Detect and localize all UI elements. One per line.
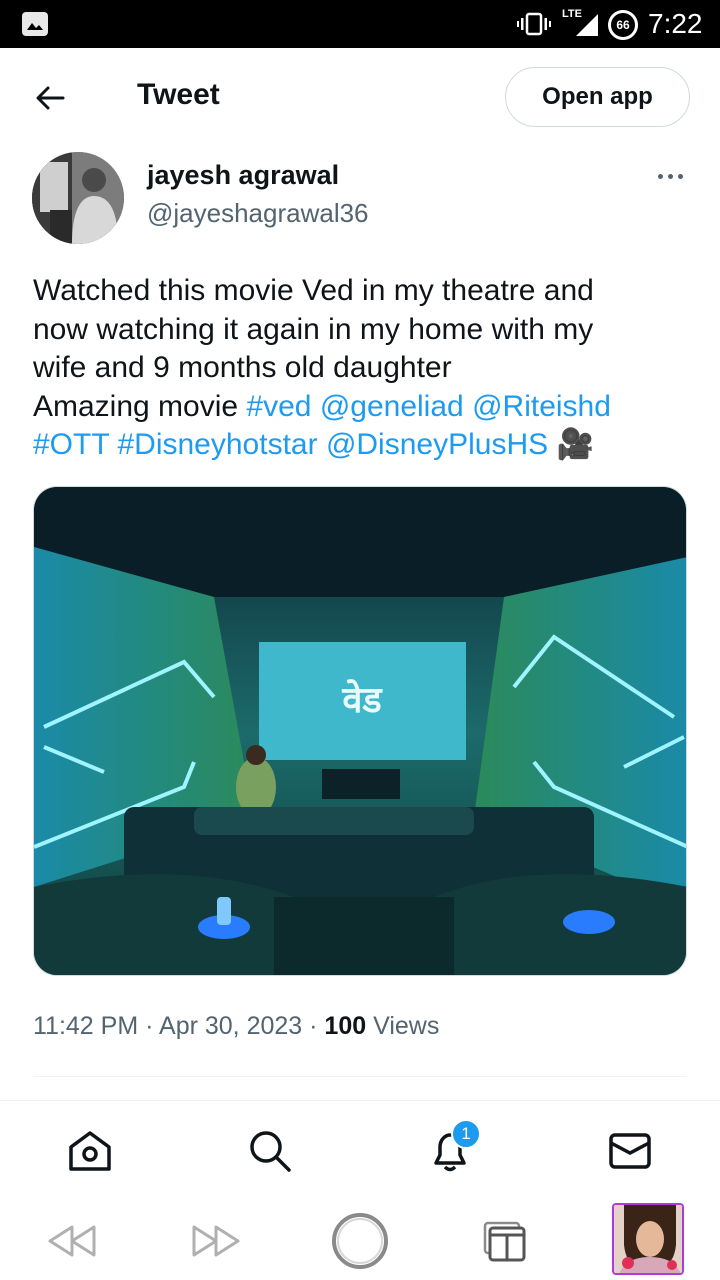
profile-thumbnail[interactable]	[612, 1203, 684, 1275]
page-title: Tweet	[137, 78, 220, 111]
screen-title: वेड	[341, 679, 383, 721]
arrow-left-icon	[36, 86, 65, 110]
refresh-circle-icon	[332, 1213, 388, 1269]
tab-home[interactable]	[66, 1127, 114, 1175]
views-label: Views	[373, 1012, 440, 1040]
tabs-button[interactable]	[478, 1215, 530, 1267]
hashtag-link[interactable]: #Disneyhotstar	[117, 428, 317, 461]
tweet-time: 11:42 PM	[33, 1012, 139, 1040]
mention-link[interactable]: @geneliad	[320, 390, 464, 423]
avatar[interactable]	[32, 152, 124, 244]
back-button[interactable]	[30, 80, 70, 116]
tweet-line: Amazing movie #ved @geneliad @Riteishd	[33, 388, 693, 427]
tab-messages[interactable]	[606, 1127, 654, 1175]
tweet-text: Watched this movie Ved in my theatre and…	[33, 272, 693, 465]
tweet-line: #OTT #Disneyhotstar @DisneyPlusHS 🎥	[33, 426, 693, 465]
fast-forward-button[interactable]	[188, 1215, 244, 1267]
open-app-button[interactable]: Open app	[505, 67, 690, 127]
header: Tweet Open app	[0, 48, 720, 148]
mention-link[interactable]: @DisneyPlusHS	[326, 428, 548, 461]
divider	[33, 1076, 687, 1077]
tweet-meta: 11:42 PM · Apr 30, 2023 · 100 Views	[33, 1012, 439, 1041]
meta-separator: ·	[145, 1012, 154, 1040]
messages-icon	[609, 1133, 651, 1169]
tab-search[interactable]	[246, 1127, 294, 1175]
more-dots-icon	[657, 173, 663, 179]
tweet-line-text: Amazing movie	[33, 389, 247, 423]
tweet-line: wife and 9 months old daughter	[33, 351, 452, 384]
views-count: 100	[324, 1012, 367, 1040]
author-handle[interactable]: @jayeshagrawal36	[147, 198, 369, 229]
tweet-date[interactable]: Apr 30, 2023	[159, 1012, 302, 1040]
fast-forward-icon	[192, 1225, 240, 1257]
search-icon	[250, 1131, 291, 1172]
hashtag-link[interactable]: #ved	[246, 390, 311, 423]
tweet-line: Watched this movie Ved in my theatre and	[33, 274, 594, 307]
home-icon	[69, 1131, 111, 1171]
tweet-line: now watching it again in my home with my	[33, 312, 594, 346]
mention-link[interactable]: @Riteishd	[472, 390, 611, 423]
tweet-media-image[interactable]: वेड	[33, 486, 687, 976]
notification-badge: 1	[451, 1119, 481, 1149]
clock: 7:22	[648, 8, 703, 39]
tabs-icon	[483, 1221, 526, 1262]
author-name[interactable]: jayesh agrawal	[147, 160, 339, 191]
more-options-button[interactable]	[650, 164, 690, 188]
more-dots-icon	[667, 173, 673, 179]
signal-icon	[574, 12, 600, 43]
rewind-icon	[48, 1225, 96, 1257]
browser-nav-bar	[0, 1201, 720, 1280]
rewind-button[interactable]	[44, 1215, 100, 1267]
more-dots-icon	[677, 173, 683, 179]
battery-icon: 66	[608, 10, 638, 40]
hashtag-link[interactable]: #OTT	[33, 428, 109, 461]
bottom-tab-bar: 1	[0, 1101, 720, 1201]
camera-emoji: 🎥	[556, 428, 594, 461]
battery-level: 66	[616, 18, 630, 32]
vibrate-icon	[516, 12, 552, 41]
refresh-button[interactable]	[330, 1213, 390, 1269]
status-bar: LTE 66 7:22	[0, 0, 720, 48]
meta-separator: ·	[309, 1012, 318, 1040]
gallery-icon	[22, 12, 48, 36]
